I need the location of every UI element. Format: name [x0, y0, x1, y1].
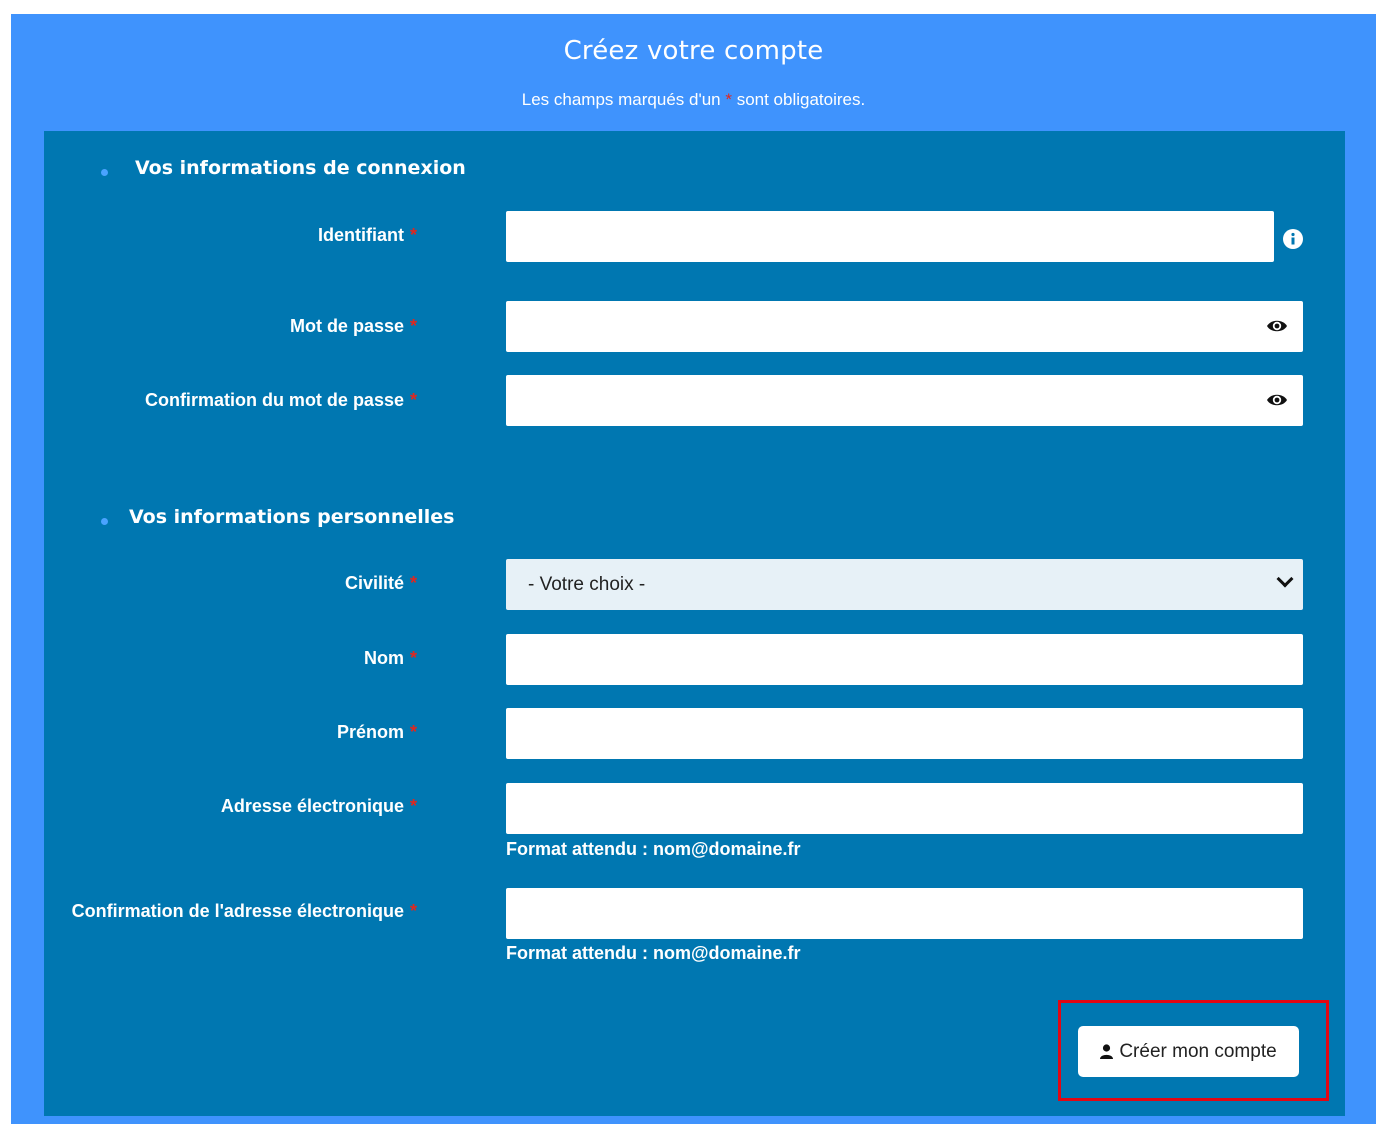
section-bullet	[101, 169, 108, 176]
identifiant-label: Identifiant *	[318, 225, 417, 246]
nom-label-text: Nom	[363, 648, 404, 668]
eye-icon[interactable]	[1266, 317, 1288, 335]
civilite-label-text: Civilité	[344, 573, 404, 593]
email-label-text: Adresse électronique	[220, 796, 404, 816]
password-confirm-field	[506, 375, 1303, 428]
password-confirm-label-text: Confirmation du mot de passe	[144, 390, 404, 410]
email-confirm-label-text: Confirmation de l'adresse électronique	[71, 901, 404, 921]
prenom-input[interactable]	[506, 708, 1303, 759]
info-icon[interactable]	[1283, 229, 1303, 249]
section-title-login: Vos informations de connexion	[135, 157, 466, 179]
page-subtitle: Les champs marqués d'un * sont obligatoi…	[11, 90, 1376, 110]
civilite-label: Civilité *	[345, 573, 417, 594]
page-title: Créez votre compte	[563, 36, 824, 66]
prenom-label: Prénom *	[337, 722, 417, 743]
required-star: *	[725, 90, 732, 109]
required-star: *	[409, 648, 417, 668]
password-confirm-input[interactable]	[506, 375, 1258, 428]
prenom-label-text: Prénom	[336, 722, 404, 742]
subtitle-text: Les champs marqués d'un	[521, 90, 721, 109]
create-account-button[interactable]: Créer mon compte	[1078, 1026, 1299, 1077]
email-confirm-label: Confirmation de l'adresse électronique *	[72, 901, 417, 922]
password-field	[506, 301, 1303, 354]
form-panel: Vos informations de connexion Identifian…	[44, 131, 1345, 1116]
chevron-down-icon	[1276, 570, 1294, 588]
email-label: Adresse électronique *	[221, 796, 417, 817]
email-confirm-format-hint: Format attendu : nom@domaine.fr	[506, 943, 801, 963]
section-bullet	[101, 518, 108, 525]
required-star: *	[409, 316, 417, 336]
section-title-personal: Vos informations personnelles	[129, 506, 455, 528]
user-icon	[1100, 1044, 1114, 1059]
required-star: *	[409, 573, 417, 593]
required-star: *	[409, 901, 417, 921]
identifiant-input[interactable]	[506, 211, 1274, 262]
password-label-text: Mot de passe	[289, 316, 404, 336]
email-confirm-input[interactable]	[506, 888, 1303, 939]
nom-input[interactable]	[506, 634, 1303, 685]
eye-icon[interactable]	[1266, 391, 1288, 409]
password-input[interactable]	[506, 301, 1258, 354]
identifiant-label-text: Identifiant	[317, 225, 404, 245]
subtitle-text-end: sont obligatoires.	[736, 90, 866, 109]
email-format-hint: Format attendu : nom@domaine.fr	[506, 839, 801, 859]
required-star: *	[409, 225, 417, 245]
civilite-selected-value: - Votre choix -	[528, 574, 646, 595]
required-star: *	[409, 390, 417, 410]
nom-label: Nom *	[364, 648, 417, 669]
required-star: *	[409, 722, 417, 742]
civilite-select[interactable]: - Votre choix -	[506, 559, 1303, 610]
password-confirm-label: Confirmation du mot de passe *	[145, 390, 417, 411]
create-account-label: Créer mon compte	[1119, 1040, 1277, 1062]
email-input[interactable]	[506, 783, 1303, 834]
required-star: *	[409, 796, 417, 816]
password-label: Mot de passe *	[290, 316, 417, 337]
